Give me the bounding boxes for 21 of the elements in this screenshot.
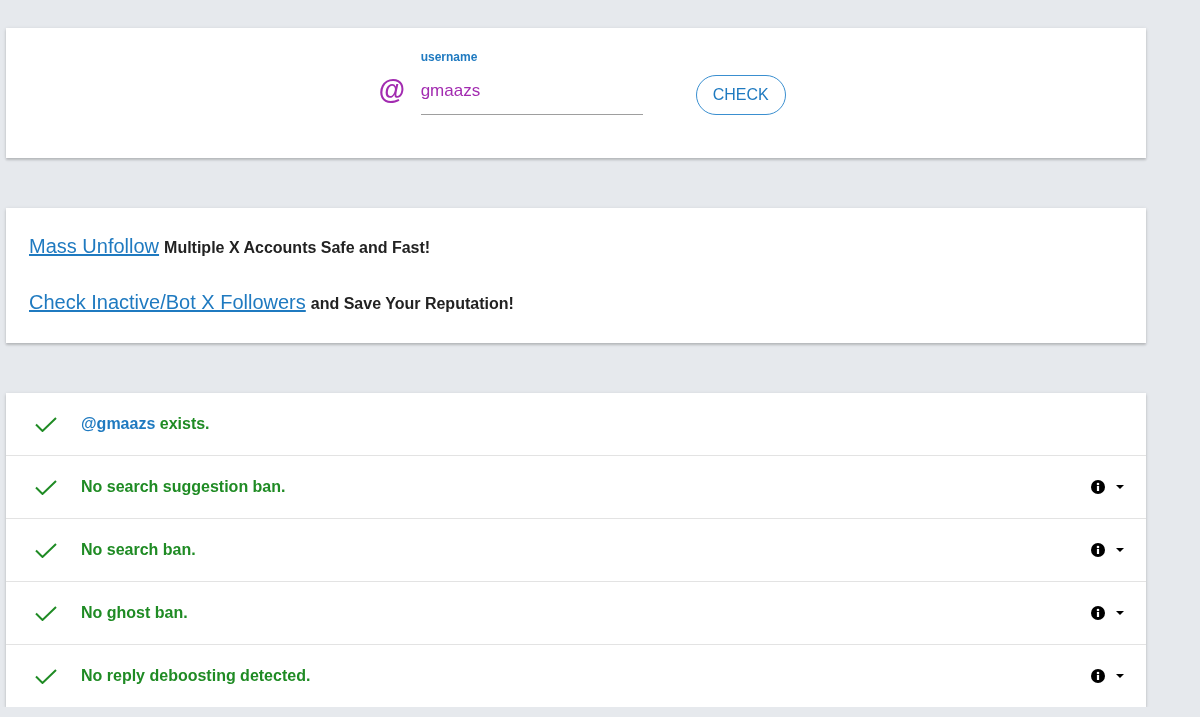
info-icon[interactable]: [1091, 606, 1105, 620]
promo-link[interactable]: Check Inactive/Bot X Followers: [29, 290, 306, 314]
info-icon[interactable]: [1091, 669, 1105, 683]
result-text: No search ban.: [81, 541, 197, 559]
at-prefix: @: [378, 75, 405, 105]
username-field[interactable]: gmaazs: [420, 78, 643, 115]
promo-text: Multiple X Accounts Safe and Fast!: [164, 238, 431, 258]
result-text: No reply deboosting detected.: [81, 667, 312, 685]
caret-icon[interactable]: [1116, 548, 1124, 552]
username-label: username: [420, 50, 478, 64]
caret-icon[interactable]: [1116, 485, 1124, 489]
info-icon[interactable]: [1091, 543, 1105, 557]
result-text: No search suggestion ban.: [81, 478, 287, 496]
promo-text: and Save Your Reputation!: [310, 294, 514, 314]
caret-icon[interactable]: [1116, 674, 1124, 678]
result-text: No ghost ban.: [81, 604, 189, 622]
info-icon[interactable]: [1091, 480, 1105, 494]
promo-link[interactable]: Mass Unfollow: [29, 234, 160, 258]
check-button[interactable]: CHECK: [695, 75, 786, 115]
result-text: @gmaazs exists.: [81, 415, 211, 433]
caret-icon[interactable]: [1116, 611, 1124, 615]
